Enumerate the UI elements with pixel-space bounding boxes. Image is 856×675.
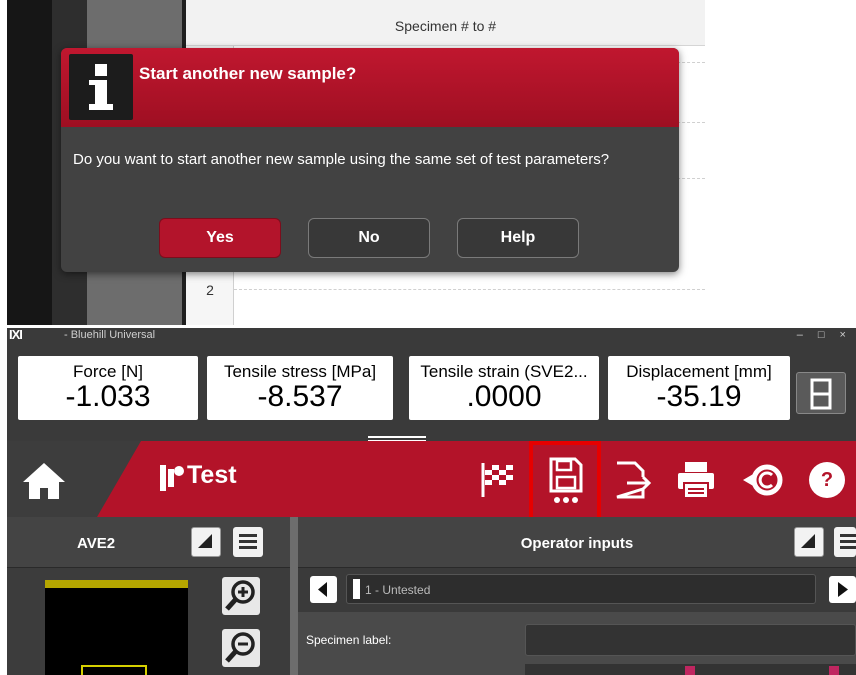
specimen-navigator: 1 - Untested bbox=[298, 568, 856, 612]
dialog-message: Do you want to start another new sample … bbox=[73, 151, 610, 168]
menu-icon[interactable] bbox=[233, 527, 263, 557]
highlight-box bbox=[529, 441, 601, 526]
home-icon[interactable] bbox=[21, 461, 67, 501]
zoom-in-icon[interactable] bbox=[222, 577, 260, 615]
pane-title: AVE2 bbox=[77, 535, 116, 552]
specimen-marker bbox=[353, 579, 360, 599]
app-title: - Bluehill Universal bbox=[64, 329, 156, 341]
confirm-dialog: Start another new sample? Do you want to… bbox=[61, 48, 679, 272]
dialog-title: Start another new sample? bbox=[139, 64, 357, 83]
table-header: Specimen # to # bbox=[186, 0, 705, 46]
no-button[interactable]: No bbox=[308, 218, 430, 258]
frame-icon[interactable] bbox=[796, 372, 846, 414]
next-specimen-button[interactable] bbox=[829, 576, 856, 603]
video-pane: AVE2 bbox=[7, 517, 290, 675]
title-bar: IXI - Bluehill Universal – □ × bbox=[7, 328, 856, 344]
operator-inputs-pane: Operator inputs 1 - Untested Specimen la… bbox=[298, 517, 856, 675]
yes-button[interactable]: Yes bbox=[159, 218, 281, 258]
toolbar-wedge bbox=[97, 441, 141, 517]
target-box bbox=[81, 665, 147, 675]
help-icon[interactable]: ? bbox=[809, 462, 845, 498]
specimen-label-row: Specimen label: bbox=[298, 612, 856, 675]
maximize-icon[interactable] bbox=[794, 527, 824, 557]
specimen-label-caption: Specimen label: bbox=[306, 633, 392, 647]
help-button[interactable]: Help bbox=[457, 218, 579, 258]
meter-bar: Force [N] -1.033 Tensile stress [MPa] -8… bbox=[7, 344, 856, 440]
maximize-icon[interactable] bbox=[191, 527, 221, 557]
print-icon[interactable] bbox=[675, 459, 717, 501]
strain-meter[interactable]: Tensile strain (SVE2... .0000 bbox=[409, 356, 599, 420]
export-icon[interactable] bbox=[611, 459, 653, 501]
pane-header: AVE2 bbox=[7, 517, 290, 568]
force-meter[interactable]: Force [N] -1.033 bbox=[18, 356, 198, 420]
side-strip bbox=[7, 0, 52, 325]
section-label: Test bbox=[187, 461, 237, 489]
fixture-marker bbox=[45, 580, 188, 588]
specimen-selector-text: 1 - Untested bbox=[365, 583, 431, 597]
zoom-out-icon[interactable] bbox=[222, 629, 260, 667]
specimen-label-input[interactable] bbox=[525, 624, 856, 656]
meter-value: -8.537 bbox=[257, 380, 343, 413]
displacement-meter[interactable]: Displacement [mm] -35.19 bbox=[608, 356, 790, 420]
pane-header: Operator inputs bbox=[298, 517, 856, 568]
info-icon bbox=[69, 54, 133, 120]
previous-specimen-button[interactable] bbox=[310, 576, 337, 603]
meter-value: .0000 bbox=[466, 380, 542, 413]
specimen-selector[interactable]: 1 - Untested bbox=[346, 574, 816, 604]
grid-line bbox=[234, 289, 705, 290]
stress-meter[interactable]: Tensile stress [MPa] -8.537 bbox=[207, 356, 393, 420]
dialog-header: Start another new sample? bbox=[61, 48, 679, 127]
dialog-screenshot: Specimen # to # 2 Start another new samp… bbox=[7, 0, 705, 325]
pane-title: Operator inputs bbox=[520, 535, 634, 552]
table-header-label: Specimen # to # bbox=[394, 18, 497, 34]
copyright-icon[interactable] bbox=[741, 459, 783, 501]
meter-label: Tensile strain (SVE2... bbox=[420, 362, 588, 381]
meter-value: -1.033 bbox=[65, 380, 151, 413]
field-indicator bbox=[685, 666, 695, 675]
pane-splitter[interactable] bbox=[290, 517, 298, 675]
main-toolbar: Test ? bbox=[7, 441, 856, 526]
meter-label: Displacement [mm] bbox=[626, 362, 772, 381]
video-feed bbox=[45, 580, 188, 675]
test-icon bbox=[160, 465, 184, 491]
meter-value: -35.19 bbox=[656, 380, 742, 413]
meter-label: Tensile stress [MPa] bbox=[223, 362, 377, 381]
meter-label: Force [N] bbox=[73, 362, 143, 381]
app-screenshot: IXI - Bluehill Universal – □ × Force [N]… bbox=[7, 328, 856, 675]
field-indicator bbox=[829, 666, 839, 675]
finish-flag-icon[interactable] bbox=[477, 459, 519, 501]
row-number: 2 bbox=[206, 282, 214, 298]
menu-icon[interactable] bbox=[834, 527, 856, 557]
app-logo: IXI bbox=[9, 328, 23, 342]
window-controls[interactable]: – □ × bbox=[797, 329, 852, 341]
